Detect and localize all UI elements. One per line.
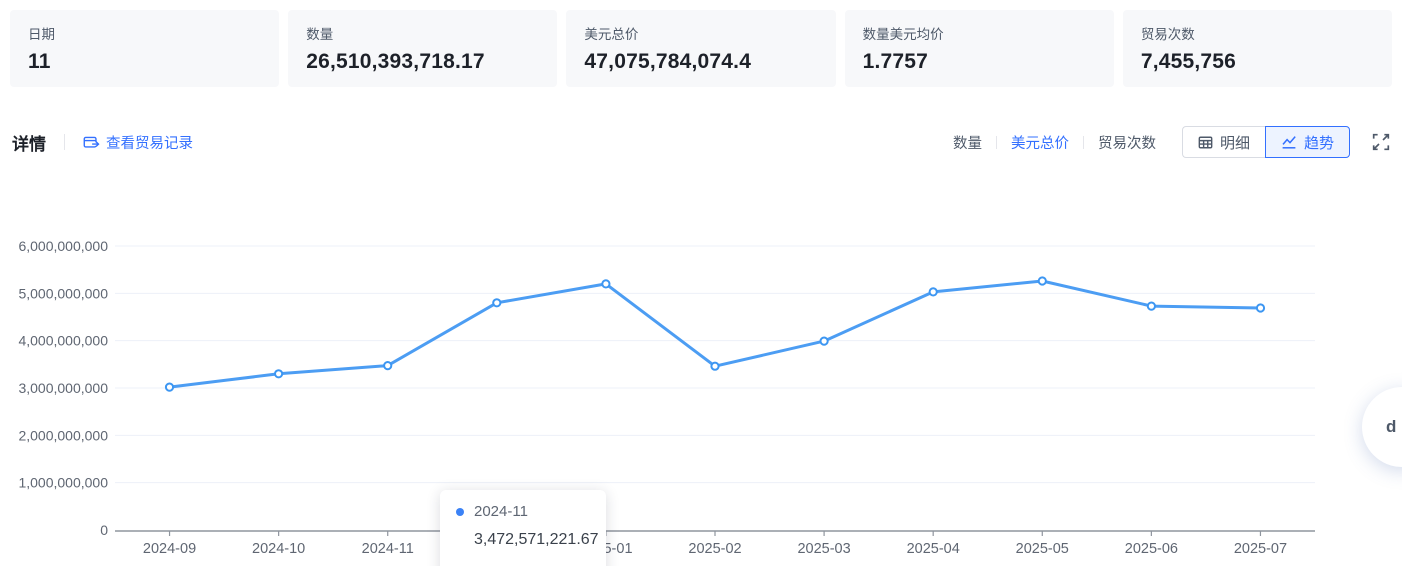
view-trade-records-label: 查看贸易记录	[106, 132, 193, 153]
trend-view-button[interactable]: 趋势	[1265, 126, 1350, 158]
trade-dashboard: 日期 11 数量 26,510,393,718.17 美元总价 47,075,7…	[0, 0, 1402, 566]
y-axis-tick-label: 5,000,000,000	[18, 285, 108, 301]
section-title: 详情	[12, 130, 46, 155]
x-axis-tick-label: 2024-10	[252, 541, 305, 557]
data-point-marker[interactable]	[821, 338, 828, 345]
stat-value: 7,455,756	[1141, 50, 1374, 74]
divider	[996, 136, 997, 149]
data-point-marker[interactable]	[493, 299, 500, 306]
stat-card-avg-price: 数量美元均价 1.7757	[845, 10, 1114, 87]
fullscreen-expand-icon	[1372, 133, 1390, 151]
stat-label: 数量	[306, 23, 539, 43]
data-point-marker[interactable]	[275, 370, 282, 377]
stat-card-usd-total: 美元总价 47,075,784,074.4	[566, 10, 835, 87]
metric-tab-0[interactable]: 数量	[953, 132, 982, 153]
data-point-marker[interactable]	[602, 280, 609, 287]
x-axis-tick-label: 2024-11	[362, 541, 414, 557]
stat-card-quantity: 数量 26,510,393,718.17	[288, 10, 557, 87]
y-axis-tick-label: 1,000,000,000	[18, 475, 108, 491]
x-axis-tick-label: 2025-07	[1234, 541, 1287, 557]
y-axis-tick-label: 0	[100, 522, 108, 538]
stat-label: 贸易次数	[1141, 23, 1374, 43]
y-axis-tick-label: 6,000,000,000	[18, 238, 108, 254]
detail-view-button[interactable]: 明细	[1182, 126, 1265, 158]
x-axis-tick-label: 2025-02	[688, 541, 741, 557]
x-axis-tick-label: 2024-09	[143, 541, 196, 557]
stat-value: 26,510,393,718.17	[306, 50, 539, 74]
divider	[1083, 136, 1084, 149]
x-axis-tick-label: 2025-06	[1125, 541, 1178, 557]
stat-card-date: 日期 11	[10, 10, 279, 87]
trend-line	[170, 281, 1261, 387]
stat-value: 1.7757	[863, 50, 1096, 74]
stat-cards-row: 日期 11 数量 26,510,393,718.17 美元总价 47,075,7…	[10, 10, 1392, 87]
data-point-marker[interactable]	[1148, 303, 1155, 310]
data-point-marker[interactable]	[384, 362, 391, 369]
table-icon	[1198, 135, 1213, 150]
data-point-marker[interactable]	[711, 363, 718, 370]
stat-card-trade-count: 贸易次数 7,455,756	[1123, 10, 1392, 87]
data-point-marker[interactable]	[930, 288, 937, 295]
view-trade-records-link[interactable]: 查看贸易记录	[83, 132, 193, 153]
y-axis-tick-label: 3,000,000,000	[18, 380, 108, 396]
trend-line-chart[interactable]: 0 1,000,000,000 2,000,000,000 3,000,000,000…	[0, 230, 1402, 566]
stat-label: 美元总价	[584, 23, 817, 43]
metric-tab-1[interactable]: 美元总价	[1011, 132, 1069, 153]
stat-label: 日期	[28, 23, 261, 43]
service-icon: d	[1386, 417, 1396, 437]
trend-view-label: 趋势	[1304, 132, 1334, 153]
window-arrow-icon	[83, 134, 100, 151]
detail-toolbar: 详情 查看贸易记录 数量 美元总价 贸易次数	[12, 126, 1390, 158]
series-dot-icon	[456, 508, 464, 516]
fullscreen-button[interactable]	[1372, 133, 1390, 151]
detail-view-label: 明细	[1220, 132, 1250, 153]
y-axis-tick-label: 4,000,000,000	[18, 333, 108, 349]
x-axis-tick-label: 2025-03	[797, 541, 850, 557]
stat-value: 47,075,784,074.4	[584, 50, 817, 74]
tooltip-value: 3,472,571,221.67	[474, 531, 590, 549]
y-axis-tick-label: 2,000,000,000	[18, 427, 108, 443]
data-point-marker[interactable]	[166, 384, 173, 391]
trend-chart-icon	[1281, 134, 1297, 150]
stat-value: 11	[28, 50, 261, 74]
divider	[64, 134, 65, 150]
tooltip-category: 2024-11	[474, 503, 528, 520]
view-mode-switch: 明细 趋势	[1182, 126, 1350, 158]
data-point-marker[interactable]	[1039, 277, 1046, 284]
stat-label: 数量美元均价	[863, 23, 1096, 43]
x-axis-tick-label: 2025-04	[907, 541, 960, 557]
data-point-marker[interactable]	[1257, 304, 1264, 311]
metric-tab-2[interactable]: 贸易次数	[1098, 132, 1156, 153]
chart-tooltip: 2024-11 3,472,571,221.67	[440, 490, 606, 566]
x-axis-tick-label: 2025-05	[1016, 541, 1069, 557]
